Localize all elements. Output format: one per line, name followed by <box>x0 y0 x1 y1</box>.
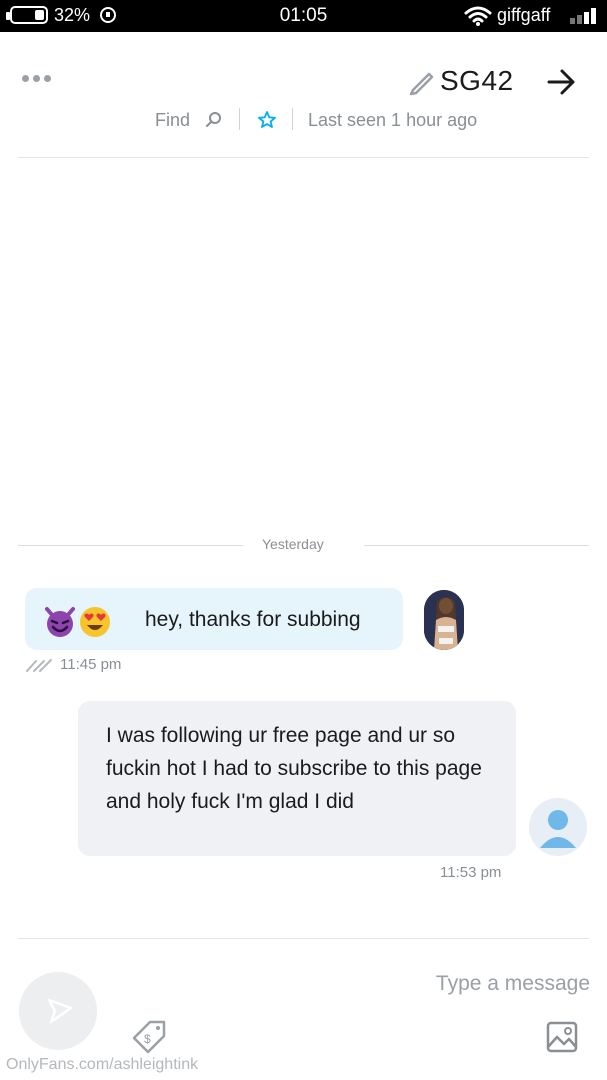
status-bar: 32% 01:05 giffgaff <box>0 0 607 32</box>
message-text: I was following ur free page and ur so f… <box>106 724 482 813</box>
svg-text:$: $ <box>144 1032 151 1046</box>
heart-eyes-emoji <box>80 607 110 637</box>
date-divider-line <box>18 545 243 546</box>
contact-name[interactable]: SG42 <box>440 65 514 97</box>
watermark-text: OnlyFans.com/ashleightink <box>6 1056 199 1073</box>
send-button[interactable] <box>19 972 97 1050</box>
message-bubble-sent[interactable]: I was following ur free page and ur so f… <box>78 701 516 856</box>
send-icon <box>47 998 73 1024</box>
signal-icon <box>570 8 600 24</box>
double-tick-icon <box>26 659 52 672</box>
wifi-icon <box>464 6 492 26</box>
smiling-devil-emoji <box>45 607 75 637</box>
sender-avatar[interactable] <box>424 590 464 650</box>
star-icon[interactable] <box>257 110 277 130</box>
back-arrow-icon[interactable] <box>543 64 579 100</box>
chat-header <box>0 32 607 158</box>
pencil-icon[interactable] <box>405 66 435 96</box>
message-text: hey, thanks for subbing <box>145 608 361 631</box>
more-icon[interactable] <box>22 73 52 85</box>
message-timestamp: 11:45 pm <box>60 656 122 673</box>
tip-tag-icon[interactable]: $ <box>130 1018 168 1056</box>
last-seen-status: Last seen 1 hour ago <box>308 110 478 130</box>
composer-divider <box>18 938 589 939</box>
header-divider <box>18 157 589 158</box>
header-separator <box>239 108 240 130</box>
date-divider-line <box>364 545 589 546</box>
search-icon[interactable] <box>205 111 223 129</box>
find-button[interactable]: Find <box>155 110 190 131</box>
message-timestamp: 11:53 pm <box>440 864 502 881</box>
header-separator <box>292 108 293 130</box>
date-divider-label: Yesterday <box>262 536 324 552</box>
carrier-name: giffgaff <box>497 5 551 25</box>
user-avatar[interactable] <box>529 798 587 856</box>
message-input[interactable] <box>390 968 590 1000</box>
image-icon[interactable] <box>545 1020 579 1054</box>
